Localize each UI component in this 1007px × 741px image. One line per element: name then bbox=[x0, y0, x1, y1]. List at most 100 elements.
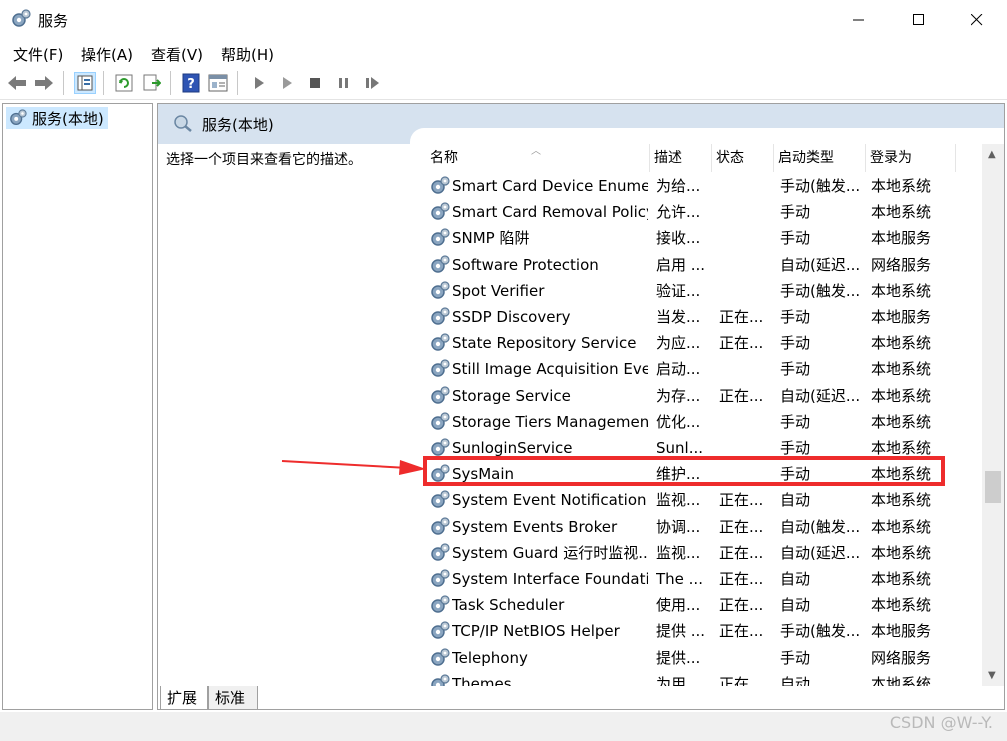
start-icon[interactable] bbox=[248, 72, 270, 94]
menu-file[interactable]: 文件(F) bbox=[13, 44, 63, 65]
table-row[interactable]: SNMP 陷阱 接收... 手动 本地服务 bbox=[426, 225, 982, 251]
maximize-button[interactable] bbox=[888, 0, 950, 40]
table-row[interactable]: Spot Verifier 验证... 手动(触发... 本地系统 bbox=[426, 278, 982, 304]
tab-extended[interactable]: 扩展 bbox=[160, 686, 208, 710]
cell-startup-type: 手动 bbox=[780, 229, 811, 248]
column-header-startup-type[interactable]: 启动类型 bbox=[774, 144, 866, 172]
cell-startup-type: 手动(触发... bbox=[780, 622, 861, 641]
column-header-name[interactable]: 名称 ︿ bbox=[426, 144, 650, 172]
column-header-description[interactable]: 描述 bbox=[650, 144, 712, 172]
highlight-box bbox=[423, 456, 945, 486]
service-gear-icon bbox=[430, 543, 450, 567]
svg-text:?: ? bbox=[187, 77, 195, 92]
table-row[interactable]: Smart Card Removal Policy 允许... 手动 本地系统 bbox=[426, 199, 982, 225]
minimize-button[interactable] bbox=[828, 0, 890, 40]
forward-arrow-icon[interactable] bbox=[33, 72, 55, 94]
cell-name: Telephony bbox=[452, 648, 528, 667]
services-pane: 服务(本地) 选择一个项目来查看它的描述。 名称 ︿ 描述 状态 启动类型 登录… bbox=[157, 103, 1005, 710]
properties-icon[interactable] bbox=[207, 72, 229, 94]
services-gear-icon bbox=[9, 109, 27, 131]
table-row[interactable]: Telephony 提供... 手动 网络服务 bbox=[426, 645, 982, 671]
cell-logon-as: 本地系统 bbox=[871, 177, 932, 195]
tree-item-label: 服务(本地) bbox=[32, 109, 104, 128]
cell-status bbox=[719, 278, 771, 304]
menu-action[interactable]: 操作(A) bbox=[81, 44, 133, 65]
cell-logon-as: 本地系统 bbox=[871, 543, 932, 562]
minimize-icon bbox=[853, 19, 864, 21]
cell-logon-as: 本地系统 bbox=[871, 674, 932, 686]
table-row[interactable]: Storage Tiers Management 优化... 手动 本地系统 bbox=[426, 409, 982, 435]
column-label: 名称 bbox=[430, 150, 458, 166]
scroll-up-icon[interactable]: ▲ bbox=[988, 149, 996, 160]
help-icon[interactable]: ? bbox=[180, 72, 202, 94]
resume-icon[interactable] bbox=[362, 72, 384, 94]
toolbar-separator bbox=[170, 71, 171, 95]
table-row[interactable]: System Guard 运行时监视... 监视... 正在... 自动(延迟... 本… bbox=[426, 540, 982, 566]
table-row[interactable]: Smart Card Device Enumer... 为给... 手动(触发...… bbox=[426, 173, 982, 199]
title-bar: 服务 bbox=[0, 0, 1007, 40]
show-tree-icon[interactable] bbox=[74, 72, 96, 94]
cell-status bbox=[719, 225, 771, 251]
table-row[interactable]: State Repository Service 为应... 正在... 手动 本地系统 bbox=[426, 330, 982, 356]
stop-icon[interactable] bbox=[304, 72, 326, 94]
service-gear-icon bbox=[430, 490, 450, 514]
column-header-logon-as[interactable]: 登录为 bbox=[866, 144, 956, 172]
service-gear-icon bbox=[430, 176, 450, 200]
cell-startup-type: 手动(触发... bbox=[780, 281, 861, 300]
tab-standard[interactable]: 标准 bbox=[208, 686, 258, 710]
cell-logon-as: 网络服务 bbox=[871, 255, 932, 274]
cell-status bbox=[719, 356, 771, 382]
tree-item-services-local[interactable]: 服务(本地) bbox=[6, 107, 108, 129]
cell-name: SSDP Discovery bbox=[452, 308, 571, 326]
close-button[interactable] bbox=[946, 0, 1007, 40]
toolbar-separator bbox=[103, 71, 104, 95]
table-row[interactable]: Storage Service 为存... 正在... 自动(延迟... 本地系统 bbox=[426, 383, 982, 409]
pause-icon[interactable] bbox=[333, 72, 355, 94]
refresh-icon[interactable] bbox=[113, 72, 135, 94]
cell-description: 启动... bbox=[656, 360, 701, 379]
scroll-down-icon[interactable]: ▼ bbox=[988, 670, 996, 681]
status-bar bbox=[0, 712, 1007, 741]
service-gear-icon bbox=[430, 516, 450, 541]
services-table: 名称 ︿ 描述 状态 启动类型 登录为 Smart Card Device En… bbox=[426, 144, 982, 686]
cell-description: 使用... bbox=[656, 596, 701, 615]
menu-view[interactable]: 查看(V) bbox=[151, 44, 203, 65]
table-row[interactable]: Task Scheduler 使用... 正在... 自动 本地系统 bbox=[426, 592, 982, 618]
service-gear-icon bbox=[430, 359, 450, 383]
menu-help[interactable]: 帮助(H) bbox=[221, 44, 274, 65]
cell-description: 监视... bbox=[656, 491, 701, 510]
cell-name: System Interface Foundati... bbox=[452, 570, 648, 588]
back-arrow-icon[interactable] bbox=[6, 72, 28, 94]
table-row[interactable]: System Events Broker 协调... 正在... 自动(触发... 本地… bbox=[426, 514, 982, 540]
toolbar: ? bbox=[0, 66, 1007, 100]
toolbar-separator bbox=[63, 71, 64, 95]
cell-name: Themes bbox=[452, 674, 512, 686]
export-list-icon[interactable] bbox=[141, 72, 163, 94]
watermark: CSDN @W--Y. bbox=[889, 713, 993, 732]
close-icon bbox=[971, 14, 983, 26]
start-paused-icon[interactable] bbox=[276, 72, 298, 94]
cell-startup-type: 自动 bbox=[780, 596, 811, 615]
cell-startup-type: 手动(触发... bbox=[780, 177, 861, 195]
cell-startup-type: 手动 bbox=[780, 308, 811, 326]
cell-status: 正在... bbox=[719, 491, 764, 510]
vertical-scrollbar[interactable]: ▲ ▼ bbox=[982, 144, 1004, 686]
cell-description: 为用... bbox=[656, 674, 701, 686]
table-row[interactable]: Software Protection 启用 ... 自动(延迟... 网络服务 bbox=[426, 252, 982, 278]
cell-name: Storage Tiers Management bbox=[452, 412, 648, 431]
table-row[interactable]: System Event Notification ... 监视... 正在... 自… bbox=[426, 487, 982, 513]
table-row[interactable]: SSDP Discovery 当发... 正在... 手动 本地服务 bbox=[426, 304, 982, 330]
scroll-thumb[interactable] bbox=[985, 471, 1001, 503]
cell-logon-as: 本地系统 bbox=[871, 281, 932, 300]
service-gear-icon bbox=[430, 647, 450, 672]
table-row[interactable]: TCP/IP NetBIOS Helper 提供 ... 正在... 手动(触发...… bbox=[426, 618, 982, 644]
cell-description: 监视... bbox=[656, 543, 701, 562]
cell-startup-type: 手动 bbox=[780, 203, 811, 222]
table-row[interactable]: Themes 为用... 正在... 自动 本地系统 bbox=[426, 671, 982, 686]
column-header-status[interactable]: 状态 bbox=[712, 144, 774, 172]
cell-description: 为应... bbox=[656, 334, 701, 353]
table-row[interactable]: System Interface Foundati... The ... 正在...… bbox=[426, 566, 982, 592]
service-gear-icon bbox=[430, 307, 450, 331]
table-row[interactable]: Still Image Acquisition Eve... 启动... 手动 本地系… bbox=[426, 356, 982, 382]
cell-status: 正在... bbox=[719, 517, 764, 536]
